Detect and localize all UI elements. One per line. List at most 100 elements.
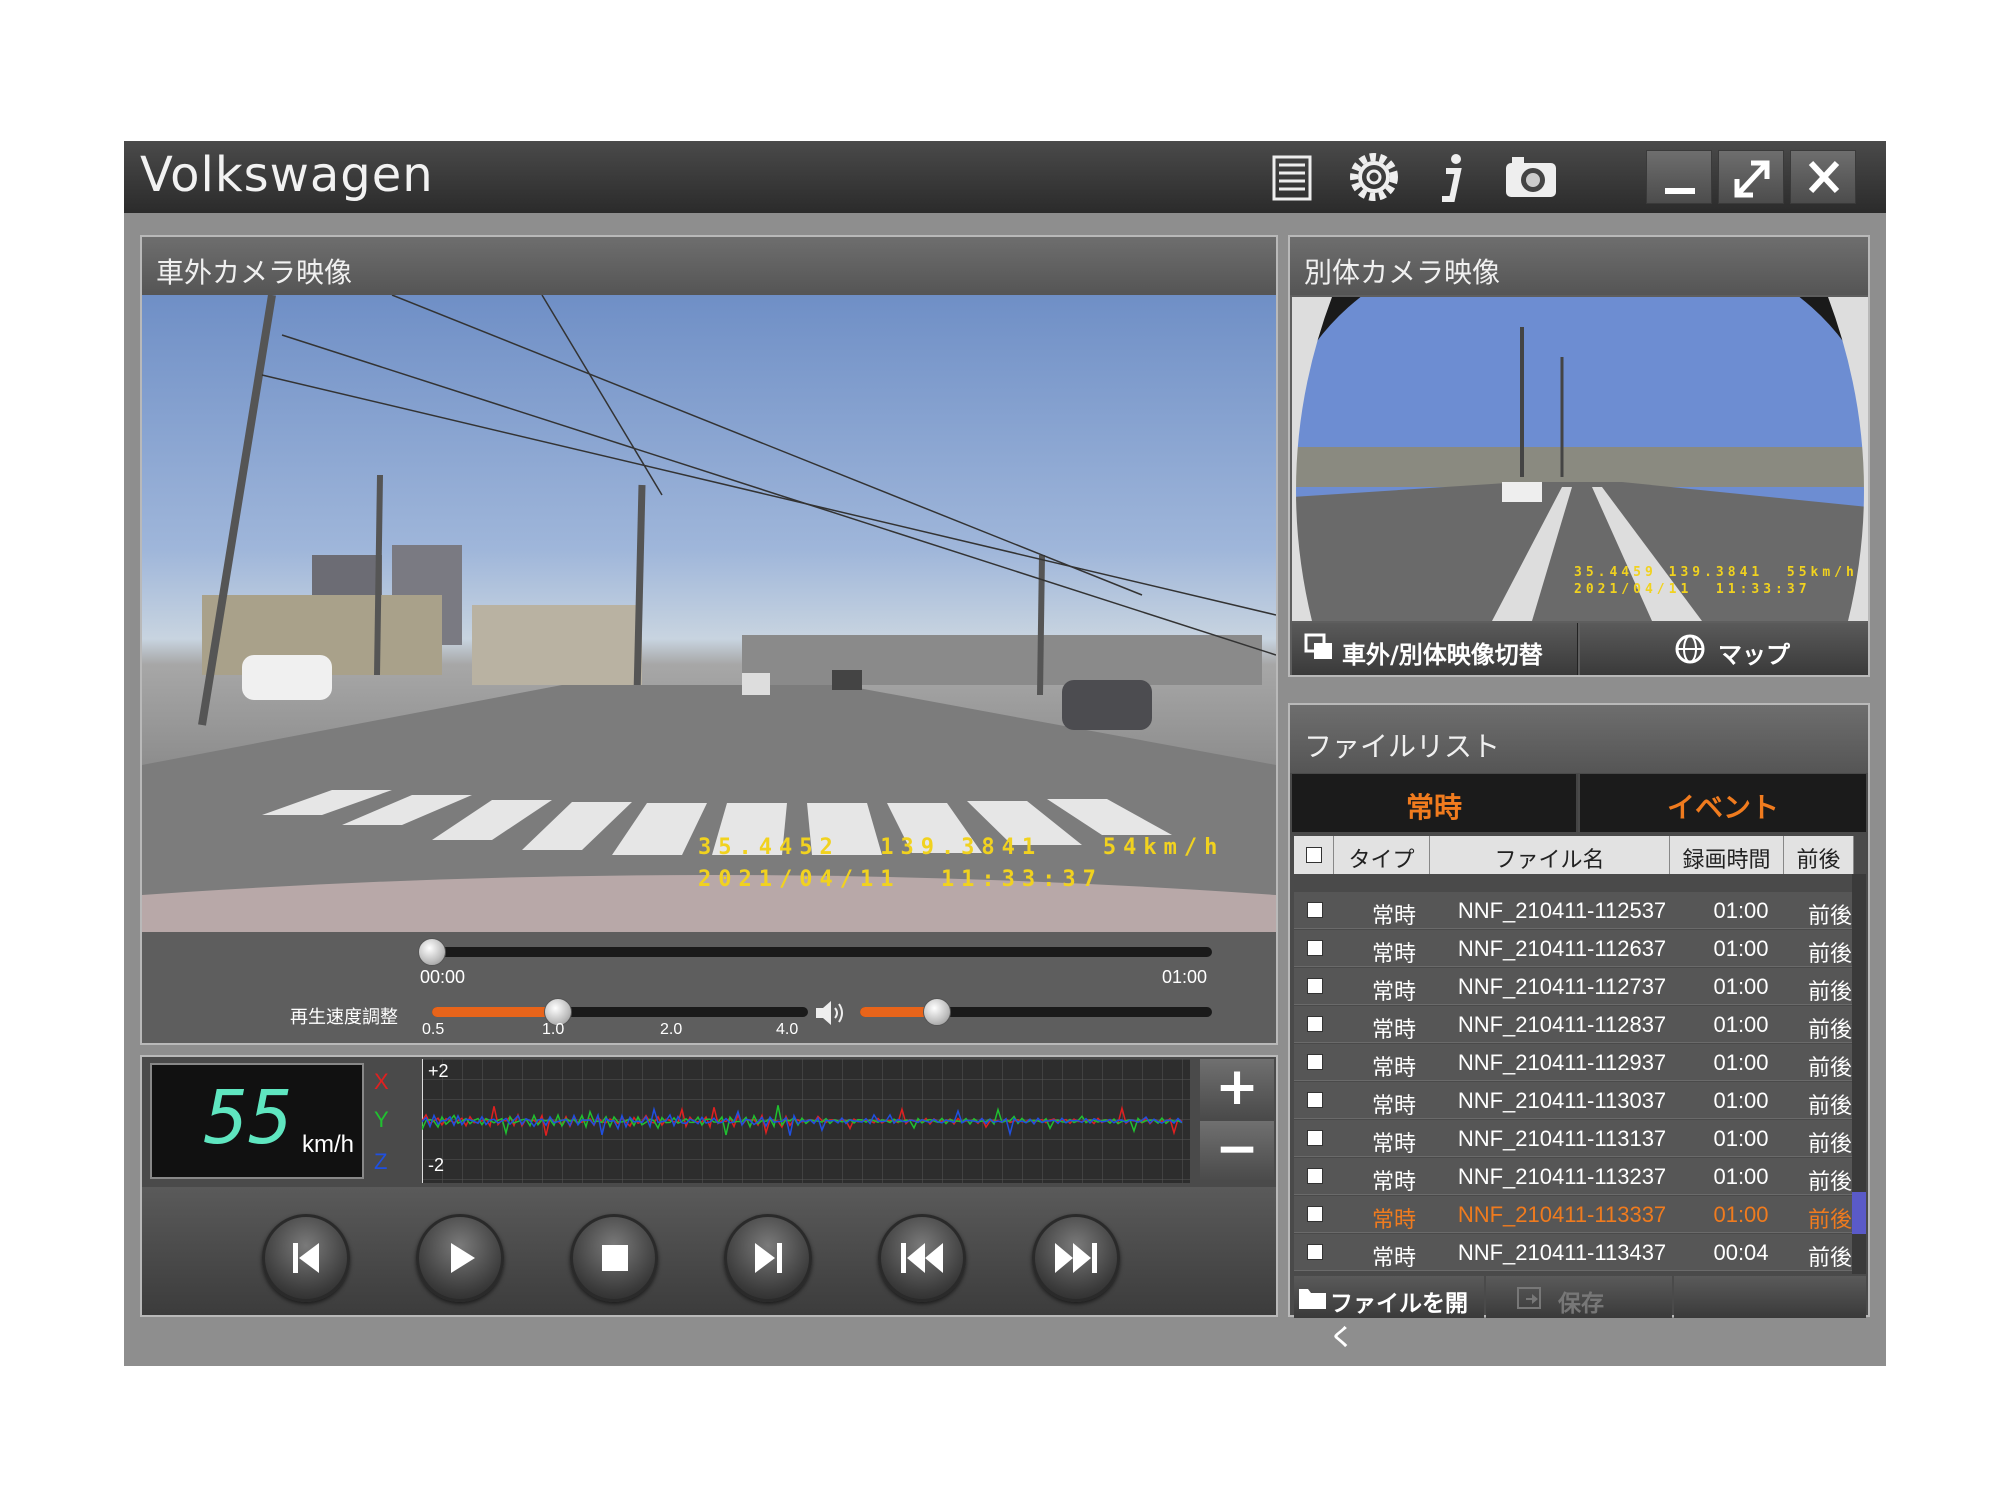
row-checkbox[interactable]: [1307, 1168, 1323, 1184]
main-camera-panel: 車外カメラ映像 35.4452 139.3841 54km/h 2021/04/…: [140, 235, 1278, 1045]
speed-adjust-label: 再生速度調整: [290, 1007, 398, 1027]
row-front-rear: 前後: [1807, 1207, 1852, 1232]
speed-unit: km/h: [302, 1131, 355, 1158]
sub-video-view[interactable]: 35.4459 139.3841 55km/h 2021/04/11 11:33…: [1292, 297, 1868, 621]
open-file-button[interactable]: ファイルを開く: [1294, 1276, 1484, 1351]
row-filename: NNF_210411-113237: [1457, 1164, 1667, 1189]
row-checkbox[interactable]: [1307, 1092, 1323, 1108]
row-checkbox[interactable]: [1307, 940, 1323, 956]
file-row[interactable]: 常時 NNF_210411-112737 01:00 前後: [1294, 968, 1866, 1005]
file-row[interactable]: 常時 NNF_210411-112637 01:00 前後: [1294, 930, 1866, 967]
row-filename: NNF_210411-113437: [1457, 1240, 1667, 1265]
row-duration: 01:00: [1713, 898, 1769, 923]
tab-regular[interactable]: 常時: [1292, 774, 1578, 832]
main-osd-datetime: 2021/04/11 11:33:37: [698, 867, 1103, 892]
file-row[interactable]: 常時 NNF_210411-112937 01:00 前後: [1294, 1044, 1866, 1081]
row-filename: NNF_210411-112937: [1457, 1050, 1667, 1075]
save-button[interactable]: 保存: [1486, 1276, 1672, 1318]
select-all-checkbox[interactable]: [1306, 847, 1322, 863]
speed-display: 55 km/h: [150, 1063, 364, 1179]
file-row[interactable]: 常時 NNF_210411-113337 01:00 前後: [1294, 1196, 1866, 1233]
file-row[interactable]: 常時 NNF_210411-113137 01:00 前後: [1294, 1120, 1866, 1157]
map-button[interactable]: マップ: [1580, 623, 1868, 675]
col-duration[interactable]: 録画時間: [1670, 836, 1784, 874]
row-filename: NNF_210411-112537: [1457, 898, 1667, 923]
row-type: 常時: [1371, 1055, 1416, 1080]
col-type[interactable]: タイプ: [1334, 836, 1430, 874]
g-sensor-graph: +2 -2: [421, 1059, 1190, 1183]
maximize-button[interactable]: [1718, 150, 1784, 204]
main-osd-gps-speed: 35.4452 139.3841 54km/h: [698, 835, 1225, 860]
col-front-rear[interactable]: 前後: [1784, 836, 1854, 874]
folder-icon: [1299, 1289, 1326, 1309]
save-label: 保存: [1558, 1291, 1604, 1317]
main-camera-title: 車外カメラ映像: [142, 237, 1276, 295]
camera-switch-label: 車外/別体映像切替: [1342, 641, 1543, 669]
fast-forward-button[interactable]: [1032, 1214, 1120, 1302]
rewind-button[interactable]: [878, 1214, 966, 1302]
row-front-rear: 前後: [1807, 1017, 1852, 1042]
row-duration: 01:00: [1713, 974, 1769, 999]
y-axis-label: Y: [374, 1107, 389, 1132]
title-bar: Volkswagen: [124, 141, 1886, 213]
row-checkbox[interactable]: [1307, 1206, 1323, 1222]
row-checkbox[interactable]: [1307, 902, 1323, 918]
settings-gear-icon[interactable]: [1344, 149, 1404, 205]
row-checkbox[interactable]: [1307, 1244, 1323, 1260]
camera-switch-button[interactable]: 車外/別体映像切替: [1292, 623, 1578, 675]
skip-to-start-button[interactable]: [262, 1214, 350, 1302]
zoom-in-button[interactable]: +: [1200, 1059, 1274, 1119]
file-list-title: ファイルリスト: [1290, 705, 1868, 773]
col-filename[interactable]: ファイル名: [1430, 836, 1670, 874]
row-filename: NNF_210411-112637: [1457, 936, 1667, 961]
play-button[interactable]: [416, 1214, 504, 1302]
file-row[interactable]: 常時 NNF_210411-113237 01:00 前後: [1294, 1158, 1866, 1195]
row-front-rear: 前後: [1807, 1093, 1852, 1118]
camera-snapshot-icon[interactable]: [1500, 149, 1560, 205]
app-title: Volkswagen: [140, 147, 434, 203]
select-all-checkbox-header[interactable]: [1294, 836, 1334, 874]
row-duration: 01:00: [1713, 1050, 1769, 1075]
save-icon: [1517, 1287, 1541, 1309]
row-filename: NNF_210411-113337: [1457, 1202, 1667, 1227]
graph-scale-bottom: -2: [428, 1155, 445, 1175]
row-filename: NNF_210411-112737: [1457, 974, 1667, 999]
volume-icon[interactable]: [814, 999, 848, 1031]
file-row[interactable]: 常時 NNF_210411-113037 01:00 前後: [1294, 1082, 1866, 1119]
row-front-rear: 前後: [1807, 979, 1852, 1004]
file-list-scrollbar[interactable]: [1852, 874, 1866, 1274]
row-duration: 01:00: [1713, 1088, 1769, 1113]
row-checkbox[interactable]: [1307, 1130, 1323, 1146]
row-checkbox[interactable]: [1307, 978, 1323, 994]
row-type: 常時: [1371, 1245, 1416, 1270]
row-type: 常時: [1371, 941, 1416, 966]
main-video-view[interactable]: 35.4452 139.3841 54km/h 2021/04/11 11:33…: [142, 295, 1276, 932]
seek-bar[interactable]: [432, 947, 1212, 957]
close-button[interactable]: [1790, 150, 1856, 204]
speed-tick-3: 4.0: [776, 1021, 799, 1038]
volume-slider-handle[interactable]: [923, 998, 952, 1026]
row-front-rear: 前後: [1807, 941, 1852, 966]
speed-slider-fill: [432, 1007, 557, 1017]
file-row[interactable]: 常時 NNF_210411-113437 00:04 前後: [1294, 1234, 1866, 1271]
globe-icon: [1675, 634, 1705, 664]
row-duration: 01:00: [1713, 1202, 1769, 1227]
stop-button[interactable]: [570, 1214, 658, 1302]
sub-osd-gps-speed: 35.4459 139.3841 55km/h: [1574, 565, 1858, 580]
row-checkbox[interactable]: [1307, 1016, 1323, 1032]
row-duration: 01:00: [1713, 1126, 1769, 1151]
frame-forward-button[interactable]: [724, 1214, 812, 1302]
zoom-out-button[interactable]: −: [1200, 1121, 1274, 1181]
row-front-rear: 前後: [1807, 1169, 1852, 1194]
seek-handle[interactable]: [418, 938, 446, 966]
row-type: 常時: [1371, 903, 1416, 928]
tab-event[interactable]: イベント: [1580, 774, 1866, 832]
file-row[interactable]: 常時 NNF_210411-112837 01:00 前後: [1294, 1006, 1866, 1043]
info-icon[interactable]: [1422, 149, 1482, 205]
row-checkbox[interactable]: [1307, 1054, 1323, 1070]
seek-start-time: 00:00: [420, 967, 466, 987]
file-row[interactable]: 常時 NNF_210411-112537 01:00 前後: [1294, 892, 1866, 929]
file-list-scroll-thumb[interactable]: [1852, 1192, 1866, 1234]
list-icon[interactable]: [1262, 149, 1322, 205]
minimize-button[interactable]: [1646, 150, 1712, 204]
